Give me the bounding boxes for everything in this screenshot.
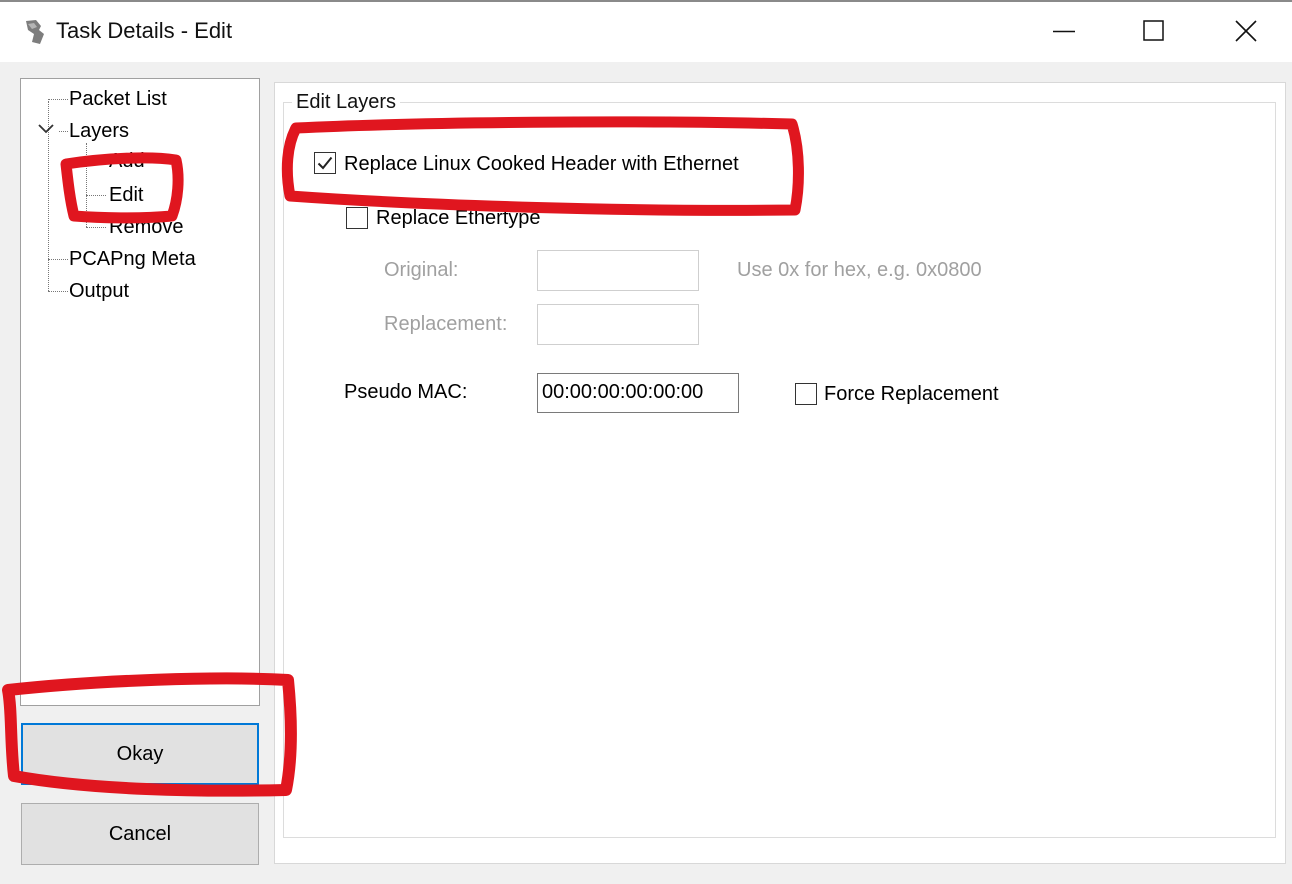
original-label: Original: xyxy=(384,259,459,281)
tree-item-packet-list[interactable]: Packet List xyxy=(69,87,167,111)
tree-item-remove[interactable]: Remove xyxy=(109,215,183,239)
chevron-down-icon[interactable] xyxy=(37,123,55,135)
navigation-tree[interactable]: Packet List Layers Add Edit Remove PCAPn… xyxy=(20,78,260,706)
tree-item-edit[interactable]: Edit xyxy=(109,183,143,207)
pseudo-mac-input[interactable]: 00:00:00:00:00:00 xyxy=(537,373,739,413)
tree-line xyxy=(86,195,106,196)
checkmark-icon xyxy=(317,156,333,170)
tree-line xyxy=(48,291,68,292)
replace-cooked-header-checkbox[interactable] xyxy=(314,152,336,174)
tree-line xyxy=(86,161,106,162)
force-replacement-label[interactable]: Force Replacement xyxy=(824,382,999,406)
group-title: Edit Layers xyxy=(292,91,401,114)
replacement-input[interactable] xyxy=(537,304,699,345)
maximize-button[interactable] xyxy=(1108,0,1200,62)
tree-item-add[interactable]: Add xyxy=(109,149,145,173)
original-input[interactable] xyxy=(537,250,699,291)
hex-hint: Use 0x for hex, e.g. 0x0800 xyxy=(737,259,982,281)
tree-line xyxy=(48,99,68,100)
app-icon xyxy=(26,20,44,44)
replace-cooked-header-label[interactable]: Replace Linux Cooked Header with Etherne… xyxy=(344,152,739,176)
close-icon xyxy=(1235,20,1257,42)
minimize-icon xyxy=(1053,30,1075,33)
force-replacement-checkbox[interactable] xyxy=(795,383,817,405)
tree-line xyxy=(86,143,87,227)
maximize-icon xyxy=(1143,20,1164,41)
replace-ethertype-checkbox[interactable] xyxy=(346,207,368,229)
tree-line xyxy=(86,227,106,228)
window-title: Task Details - Edit xyxy=(56,18,233,43)
tree-line xyxy=(48,259,68,260)
close-button[interactable] xyxy=(1200,0,1292,62)
tree-item-layers[interactable]: Layers xyxy=(69,119,129,143)
tree-item-pcapng-meta[interactable]: PCAPng Meta xyxy=(69,247,196,271)
replacement-label: Replacement: xyxy=(384,313,508,335)
tree-item-output[interactable]: Output xyxy=(69,279,129,303)
replace-ethertype-label[interactable]: Replace Ethertype xyxy=(376,206,541,230)
cancel-button[interactable]: Cancel xyxy=(21,803,259,865)
tree-line xyxy=(59,131,68,132)
pseudo-mac-label: Pseudo MAC: xyxy=(344,381,468,403)
okay-button[interactable]: Okay xyxy=(21,723,259,785)
minimize-button[interactable] xyxy=(1018,0,1110,62)
title-bar: Task Details - Edit xyxy=(0,0,1292,62)
